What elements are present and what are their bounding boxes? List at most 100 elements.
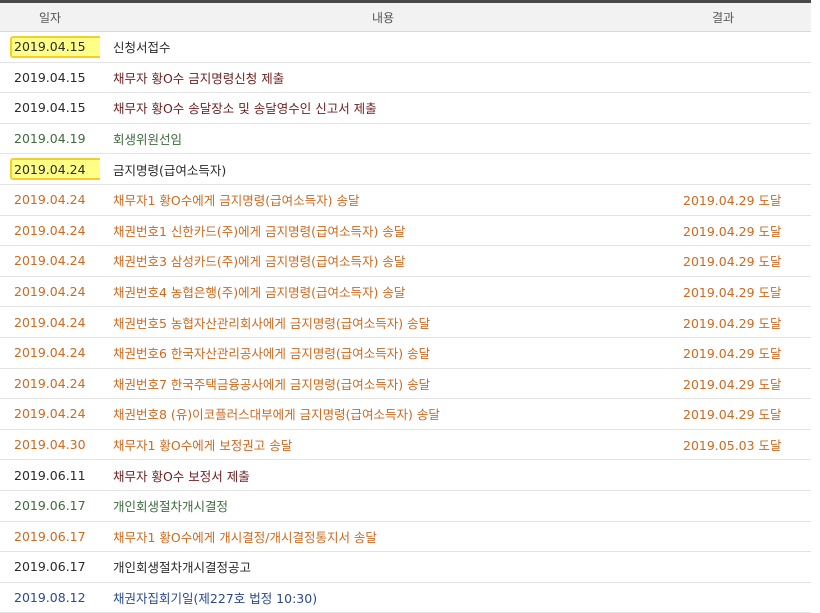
row-result-cell: 2019.04.29 도달 [666,337,811,369]
row-result-cell: 2019.04.29 도달 [666,398,811,430]
row-result-cell: 2019.04.29 도달 [666,215,811,247]
row-date: 2019.04.15 [14,39,86,55]
row-content: 채무자 황O수 보정서 제출 [113,468,250,484]
row-result-cell: 2019.04.29 도달 [666,276,811,308]
row-date: 2019.06.17 [14,528,86,544]
row-date-cell: 2019.04.24 [0,276,100,308]
row-date-cell: 2019.04.24 [0,184,100,216]
row-result-cell: 2019.04.29 도달 [666,368,811,400]
row-content: 개인회생절차개시결정공고 [113,560,252,576]
table-row: 2019.06.17 개인회생절차개시결정 [0,490,811,522]
row-result: 2019.04.29 도달 [683,315,782,331]
row-content-cell: 채무자1 황O수에게 개시결정/개시결정통지서 송달 [100,521,666,553]
row-date: 2019.04.15 [14,69,86,85]
row-date-cell: 2019.04.24 [0,215,100,247]
row-content-cell: 개인회생절차개시결정 [100,490,666,522]
row-result-cell: 2019.04.29 도달 [666,245,811,277]
row-content: 채권번호3 삼성카드(주)에게 금지명령(급여소득자) 송달 [113,254,406,270]
row-date: 2019.04.24 [14,253,86,269]
table-header: 일자 내용 결과 [0,3,811,32]
row-date-cell: 2019.04.24 [0,306,100,338]
row-result-cell: 2019.04.29 도달 [666,184,811,216]
row-result-cell [666,92,811,124]
row-content-cell: 채권번호7 한국주택금융공사에게 금지명령(급여소득자) 송달 [100,368,666,400]
table-row: 2019.04.24 채권번호6 한국자산관리공사에게 금지명령(급여소득자) 송… [0,337,811,369]
row-content-cell: 채권번호4 농협은행(주)에게 금지명령(급여소득자) 송달 [100,276,666,308]
row-content-cell: 개인회생절차개시결정공고 [100,551,666,583]
row-content: 채권번호1 신한카드(주)에게 금지명령(급여소득자) 송달 [113,223,406,239]
row-content: 채무자1 황O수에게 금지명령(급여소득자) 송달 [113,193,360,209]
case-history-panel: 일자 내용 결과 2019.04.15 신청서접수 2019.04.15 채무자 황O… [0,0,820,613]
row-date: 2019.04.24 [14,345,86,361]
row-content-cell: 채무자 황O수 송달장소 및 송달영수인 신고서 제출 [100,92,666,124]
row-result-cell: 2019.04.29 도달 [666,306,811,338]
row-content: 개인회생절차개시결정 [113,499,229,515]
row-content-cell: 채무자1 황O수에게 금지명령(급여소득자) 송달 [100,184,666,216]
row-date-cell: 2019.08.12 [0,582,100,613]
row-date: 2019.04.24 [14,406,86,422]
row-date: 2019.06.17 [14,559,86,575]
row-content: 채무자1 황O수에게 개시결정/개시결정통지서 송달 [113,529,377,545]
row-content: 신청서접수 [113,40,171,56]
row-content: 회생위원선임 [113,132,183,148]
row-date: 2019.08.12 [14,589,86,605]
row-date-cell: 2019.06.17 [0,551,100,583]
row-content: 채무자 황O수 금지명령신청 제출 [113,70,285,86]
row-date-cell: 2019.04.24 [0,368,100,400]
table-row: 2019.04.30 채무자1 황O수에게 보정권고 송달 2019.05.03 도… [0,429,811,461]
row-date-cell: 2019.06.17 [0,490,100,522]
row-result-cell: 2019.05.03 도달 [666,429,811,461]
row-result: 2019.04.29 도달 [683,376,782,392]
row-result-cell [666,582,811,613]
row-content-cell: 채무자 황O수 보정서 제출 [100,459,666,491]
row-date: 2019.06.11 [14,467,86,483]
row-result: 2019.04.29 도달 [683,193,782,209]
row-result: 2019.05.03 도달 [683,438,782,454]
row-content: 채권번호6 한국자산관리공사에게 금지명령(급여소득자) 송달 [113,346,431,362]
row-date: 2019.04.30 [14,437,86,453]
table-row: 2019.04.24 채권번호7 한국주택금융공사에게 금지명령(급여소득자) 송… [0,368,811,400]
header-content: 내용 [100,3,666,32]
row-result-cell [666,551,811,583]
table-row: 2019.04.24 채권번호1 신한카드(주)에게 금지명령(급여소득자) 송달… [0,215,811,247]
table-row: 2019.04.19 회생위원선임 [0,123,811,155]
row-result-cell [666,521,811,553]
header-date: 일자 [0,3,100,32]
row-date-cell: 2019.04.15 [0,31,100,63]
table-row: 2019.04.24 채권번호5 농협자산관리회사에게 금지명령(급여소득자) 송… [0,306,811,338]
row-date-cell: 2019.04.19 [0,123,100,155]
row-date-cell: 2019.04.15 [0,62,100,94]
row-date-cell: 2019.04.15 [0,92,100,124]
row-result-cell [666,490,811,522]
row-content-cell: 채무자 황O수 금지명령신청 제출 [100,62,666,94]
row-content-cell: 금지명령(급여소득자) [100,153,666,185]
table-row: 2019.04.24 채권번호4 농협은행(주)에게 금지명령(급여소득자) 송달… [0,276,811,308]
row-content-cell: 신청서접수 [100,31,666,63]
table-row: 2019.06.11 채무자 황O수 보정서 제출 [0,459,811,491]
row-date-cell: 2019.04.24 [0,153,100,185]
row-date: 2019.04.19 [14,131,86,147]
row-content-cell: 회생위원선임 [100,123,666,155]
row-date-cell: 2019.04.24 [0,245,100,277]
row-result-cell [666,153,811,185]
row-date: 2019.04.24 [14,161,86,177]
table-row: 2019.04.15 신청서접수 [0,31,811,63]
table-row: 2019.04.24 채권번호8 (유)이코플러스대부에게 금지명령(급여소득자)… [0,398,811,430]
row-content: 채권번호7 한국주택금융공사에게 금지명령(급여소득자) 송달 [113,376,431,392]
row-date: 2019.06.17 [14,498,86,514]
table-row: 2019.08.12 채권자집회기일(제227호 법정 10:30) [0,582,811,613]
table-row: 2019.06.17 개인회생절차개시결정공고 [0,551,811,583]
row-date-cell: 2019.06.11 [0,459,100,491]
row-result-cell [666,459,811,491]
row-result-cell [666,123,811,155]
table-row: 2019.04.24 채권번호3 삼성카드(주)에게 금지명령(급여소득자) 송달… [0,245,811,277]
row-content: 채권번호5 농협자산관리회사에게 금지명령(급여소득자) 송달 [113,315,431,331]
row-date-cell: 2019.04.30 [0,429,100,461]
row-result: 2019.04.29 도달 [683,407,782,423]
table-row: 2019.04.15 채무자 황O수 금지명령신청 제출 [0,62,811,94]
row-date: 2019.04.24 [14,375,86,391]
row-result: 2019.04.29 도달 [683,285,782,301]
row-result-cell [666,62,811,94]
row-result: 2019.04.29 도달 [683,346,782,362]
row-date-cell: 2019.04.24 [0,337,100,369]
